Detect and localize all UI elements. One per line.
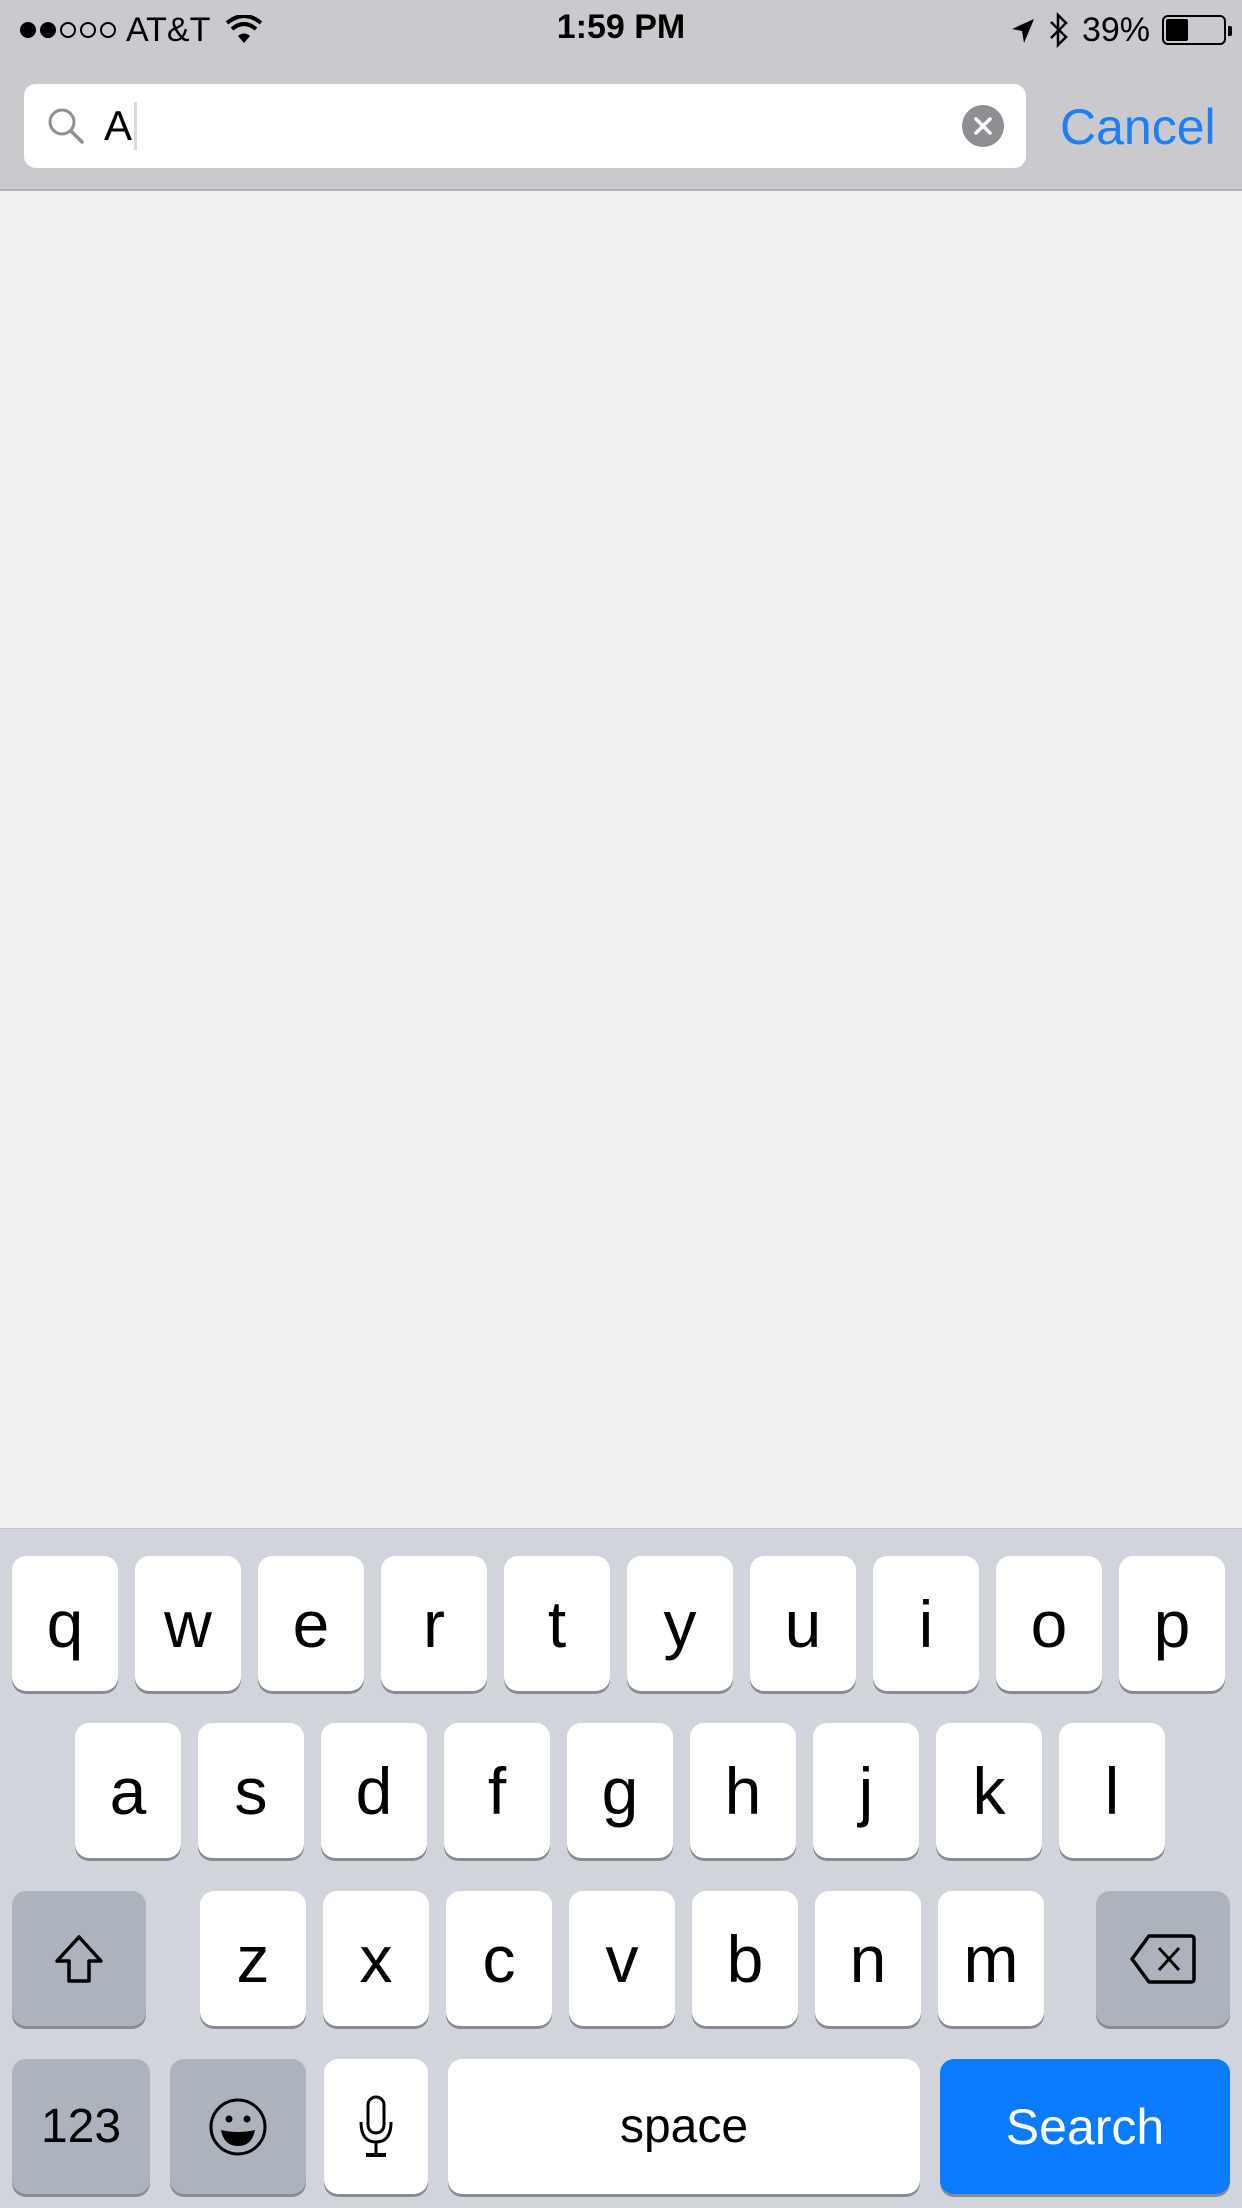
search-key[interactable]: Search bbox=[940, 2059, 1230, 2194]
search-input[interactable]: A bbox=[24, 84, 1026, 168]
key-z[interactable]: z bbox=[200, 1891, 306, 2026]
search-header: A Cancel bbox=[0, 60, 1242, 191]
microphone-icon bbox=[359, 2095, 393, 2157]
shift-icon bbox=[55, 1934, 103, 1983]
key-a[interactable]: a bbox=[75, 1723, 181, 1858]
battery-level bbox=[1166, 19, 1188, 41]
bluetooth-icon bbox=[1050, 12, 1068, 48]
key-h[interactable]: h bbox=[690, 1723, 796, 1858]
key-m[interactable]: m bbox=[938, 1891, 1044, 2026]
search-results-area bbox=[0, 193, 1242, 1528]
key-o[interactable]: o bbox=[996, 1556, 1102, 1691]
shift-key[interactable] bbox=[12, 1891, 146, 2026]
key-j[interactable]: j bbox=[813, 1723, 919, 1858]
cancel-button[interactable]: Cancel bbox=[1060, 98, 1216, 156]
key-t[interactable]: t bbox=[504, 1556, 610, 1691]
status-bar: AT&T 1:59 PM 39% bbox=[0, 0, 1242, 60]
key-n[interactable]: n bbox=[815, 1891, 921, 2026]
emoji-icon bbox=[209, 2098, 267, 2155]
key-i[interactable]: i bbox=[873, 1556, 979, 1691]
key-v[interactable]: v bbox=[569, 1891, 675, 2026]
search-icon bbox=[48, 108, 84, 144]
text-caret bbox=[134, 102, 138, 150]
key-g[interactable]: g bbox=[567, 1723, 673, 1858]
key-c[interactable]: c bbox=[446, 1891, 552, 2026]
dictation-key[interactable] bbox=[324, 2059, 428, 2194]
key-f[interactable]: f bbox=[444, 1723, 550, 1858]
key-q[interactable]: q bbox=[12, 1556, 118, 1691]
search-input-value[interactable]: A bbox=[104, 102, 132, 150]
key-d[interactable]: d bbox=[321, 1723, 427, 1858]
status-right: 39% bbox=[1010, 10, 1232, 50]
key-b[interactable]: b bbox=[692, 1891, 798, 2026]
numbers-key[interactable]: 123 bbox=[12, 2059, 150, 2194]
delete-key[interactable] bbox=[1096, 1891, 1230, 2026]
battery-percent: 39% bbox=[1081, 10, 1150, 49]
key-x[interactable]: x bbox=[323, 1891, 429, 2026]
close-icon bbox=[974, 117, 992, 135]
clear-text-button[interactable] bbox=[962, 105, 1004, 147]
key-p[interactable]: p bbox=[1119, 1556, 1225, 1691]
key-r[interactable]: r bbox=[381, 1556, 487, 1691]
battery-icon bbox=[1162, 15, 1232, 45]
backspace-icon bbox=[1130, 1933, 1196, 1984]
battery-tip bbox=[1228, 26, 1232, 36]
key-y[interactable]: y bbox=[627, 1556, 733, 1691]
key-k[interactable]: k bbox=[936, 1723, 1042, 1858]
key-w[interactable]: w bbox=[135, 1556, 241, 1691]
space-key[interactable]: space bbox=[448, 2059, 920, 2194]
keyboard: 123 space Search qwertyuiop asdfghjkl zxcv… bbox=[0, 1528, 1242, 2208]
key-s[interactable]: s bbox=[198, 1723, 304, 1858]
location-arrow-icon bbox=[1011, 19, 1034, 43]
key-u[interactable]: u bbox=[750, 1556, 856, 1691]
key-e[interactable]: e bbox=[258, 1556, 364, 1691]
emoji-key[interactable] bbox=[170, 2059, 306, 2194]
key-l[interactable]: l bbox=[1059, 1723, 1165, 1858]
